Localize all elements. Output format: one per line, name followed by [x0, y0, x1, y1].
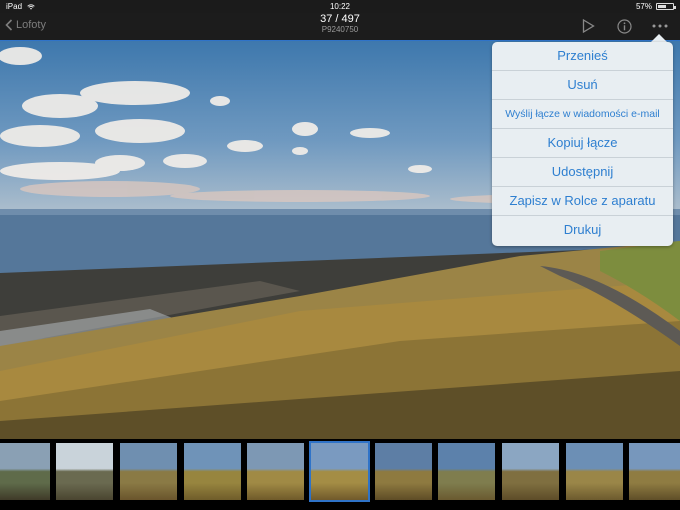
actions-menu: Przenieś Usuń Wyślij łącze w wiadomości …: [492, 42, 673, 246]
filmstrip-thumbnail[interactable]: [502, 443, 559, 500]
clock: 10:22: [329, 2, 351, 11]
menu-item-save-to-camera-roll[interactable]: Zapisz w Rolce z aparatu: [492, 187, 673, 216]
filmstrip-thumbnail[interactable]: [184, 443, 241, 500]
battery-percent: 57%: [635, 2, 652, 11]
filmstrip-thumbnail[interactable]: [120, 443, 177, 500]
filmstrip-thumbnail[interactable]: [0, 443, 50, 500]
menu-item-move[interactable]: Przenieś: [492, 42, 673, 71]
menu-item-copy-link[interactable]: Kopiuj łącze: [492, 129, 673, 158]
page-title: 37 / 497: [320, 13, 360, 25]
menu-item-share[interactable]: Udostępnij: [492, 158, 673, 187]
nav-actions: [580, 18, 668, 34]
filmstrip-thumbnail[interactable]: [438, 443, 495, 500]
filmstrip-thumbnail[interactable]: [629, 443, 680, 500]
filmstrip-thumbnail[interactable]: [309, 441, 370, 502]
status-bar: iPad 10:22 57%: [0, 0, 680, 13]
page-subtitle: P9240750: [321, 25, 359, 34]
filmstrip: [0, 439, 680, 510]
play-icon[interactable]: [580, 18, 596, 34]
navigation-bar: Lofoty 37 / 497 P9240750: [0, 13, 680, 42]
filmstrip-thumbnail[interactable]: [247, 443, 304, 500]
battery-status: 57%: [635, 0, 676, 13]
title-block: 37 / 497 P9240750: [0, 13, 680, 35]
more-icon[interactable]: [652, 18, 668, 34]
battery-icon: [656, 3, 676, 10]
filmstrip-thumbnail[interactable]: [566, 443, 623, 500]
battery-fill: [658, 5, 666, 8]
filmstrip-thumbnail[interactable]: [56, 443, 113, 500]
menu-arrow: [651, 34, 667, 42]
menu-item-delete[interactable]: Usuń: [492, 71, 673, 100]
info-icon[interactable]: [616, 18, 632, 34]
filmstrip-thumbnail[interactable]: [375, 443, 432, 500]
menu-item-print[interactable]: Drukuj: [492, 216, 673, 244]
menu-item-email-link[interactable]: Wyślij łącze w wiadomości e-mail: [492, 100, 673, 129]
